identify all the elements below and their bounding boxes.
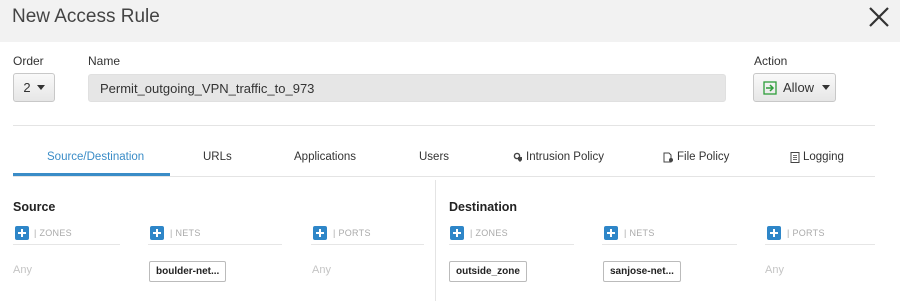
form-divider xyxy=(13,125,875,126)
destination-ports-divider xyxy=(765,244,875,245)
name-label: Name xyxy=(88,54,121,68)
tab-logging[interactable]: Logging xyxy=(790,151,844,163)
shield-gear-icon xyxy=(513,152,522,162)
add-source-zone-button[interactable] xyxy=(15,226,29,240)
source-nets-label: | NETS xyxy=(170,228,201,238)
destination-zone-chip[interactable]: outside_zone xyxy=(449,261,527,282)
add-source-network-button[interactable] xyxy=(150,226,164,240)
allow-arrow-icon xyxy=(763,80,777,95)
source-ports-divider xyxy=(311,244,424,245)
chevron-down-icon xyxy=(822,85,831,90)
action-label: Action xyxy=(754,54,788,68)
file-icon xyxy=(663,152,673,162)
source-zones-divider xyxy=(13,244,120,245)
destination-title: Destination xyxy=(449,200,518,214)
chevron-down-icon xyxy=(36,85,45,90)
add-destination-port-button[interactable] xyxy=(767,226,781,240)
source-ports-value: Any xyxy=(312,264,331,276)
tab-applications[interactable]: Applications xyxy=(294,151,356,163)
order-value: 2 xyxy=(23,80,31,95)
action-value: Allow xyxy=(783,80,815,95)
add-source-port-button[interactable] xyxy=(313,226,327,240)
close-icon[interactable] xyxy=(866,4,892,30)
dialog-title: New Access Rule xyxy=(12,6,160,27)
tab-users[interactable]: Users xyxy=(419,151,449,163)
name-input[interactable] xyxy=(88,74,726,102)
section-divider xyxy=(435,180,436,301)
dialog-header: New Access Rule xyxy=(0,0,900,42)
destination-network-chip[interactable]: sanjose-net... xyxy=(603,261,681,282)
tabs-divider xyxy=(13,176,875,177)
source-zones-label: | ZONES xyxy=(34,228,72,238)
destination-zones-label: | ZONES xyxy=(470,228,508,238)
add-destination-zone-button[interactable] xyxy=(450,226,464,240)
destination-nets-label: | NETS xyxy=(624,228,655,238)
order-label: Order xyxy=(13,54,44,68)
destination-ports-value: Any xyxy=(765,264,784,276)
tab-source-destination[interactable]: Source/Destination xyxy=(47,151,144,163)
source-network-chip[interactable]: boulder-net... xyxy=(149,261,227,282)
order-dropdown[interactable]: 2 xyxy=(13,73,55,102)
tab-file-policy[interactable]: File Policy xyxy=(663,151,729,163)
document-icon xyxy=(790,151,800,163)
source-ports-label: | PORTS xyxy=(333,228,371,238)
source-title: Source xyxy=(13,200,56,214)
action-dropdown[interactable]: Allow xyxy=(753,73,836,102)
destination-zones-divider xyxy=(449,244,574,245)
source-nets-divider xyxy=(148,244,282,245)
tab-urls[interactable]: URLs xyxy=(203,151,232,163)
source-zones-value: Any xyxy=(13,264,32,276)
destination-nets-divider xyxy=(602,244,737,245)
add-destination-network-button[interactable] xyxy=(604,226,618,240)
destination-ports-label: | PORTS xyxy=(787,228,825,238)
tab-intrusion-policy[interactable]: Intrusion Policy xyxy=(513,151,604,163)
